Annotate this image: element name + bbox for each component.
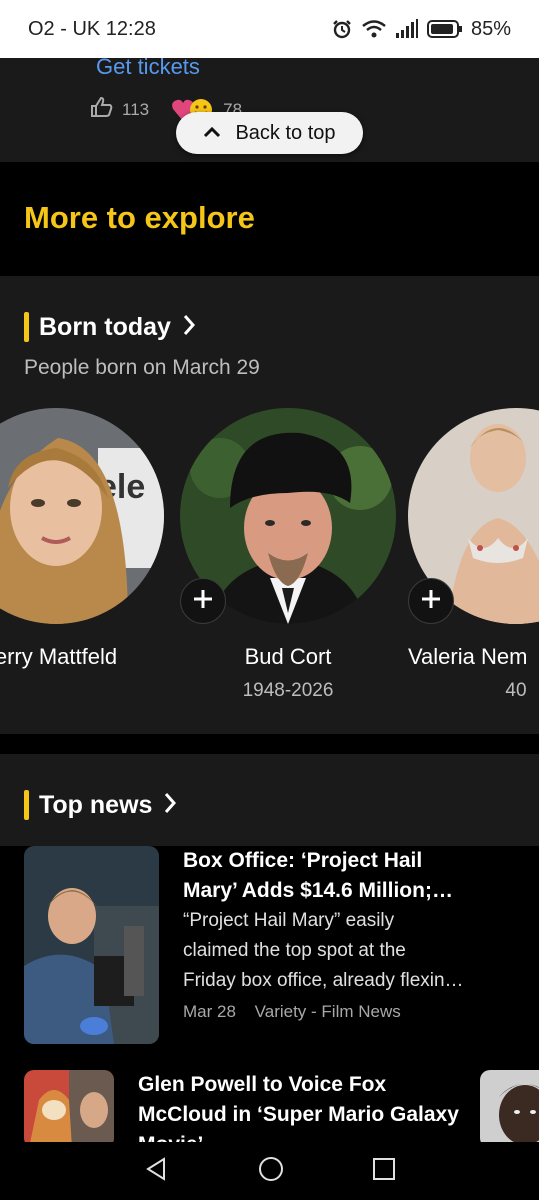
person-card[interactable]: Bud Cort 1948-2026 bbox=[180, 408, 396, 701]
carrier-time: O2 - UK 12:28 bbox=[28, 17, 156, 40]
add-icon bbox=[192, 584, 214, 618]
chevron-right-icon bbox=[181, 313, 197, 342]
news-meta: Mar 28 Variety - Film News bbox=[183, 1002, 523, 1022]
top-news-header[interactable]: Top news bbox=[24, 790, 178, 820]
news-headline-line: Box Office: ‘Project Hail bbox=[183, 849, 423, 872]
home-nav-icon[interactable] bbox=[257, 1155, 285, 1188]
person-name: Bud Cort bbox=[244, 644, 332, 669]
top-news-section: Top news Box Office: ‘Project Hail Mary’… bbox=[0, 754, 539, 1144]
section-accent-bar bbox=[24, 790, 29, 820]
news-summary-line: “Project Hail Mary” easily bbox=[183, 910, 395, 931]
born-today-section: Born today People born on March 29 ele e… bbox=[0, 276, 539, 734]
news-headline-line: Mary’ Adds $14.6 Million;… bbox=[183, 879, 453, 902]
person-card[interactable]: ele erry Mattfeld bbox=[0, 408, 164, 669]
status-bar: O2 - UK 12:28 85% bbox=[0, 0, 539, 58]
back-nav-icon[interactable] bbox=[144, 1156, 170, 1187]
news-headline[interactable]: Box Office: ‘Project Hail Mary’ Adds $14… bbox=[183, 846, 523, 906]
add-to-favorites-button[interactable] bbox=[408, 578, 454, 624]
battery-percent: 85% bbox=[470, 17, 511, 40]
news-source: Variety - Film News bbox=[254, 1002, 401, 1021]
born-today-subtitle: People born on March 29 bbox=[24, 356, 260, 379]
top-news-title: Top news bbox=[39, 790, 153, 819]
signal-icon bbox=[395, 18, 419, 40]
system-nav-bar bbox=[0, 1142, 539, 1200]
news-date: Mar 28 bbox=[183, 1002, 236, 1021]
person-years: 40 bbox=[505, 680, 527, 701]
news-summary-line: claimed the top spot at the bbox=[183, 940, 406, 961]
thumbs-up-icon[interactable] bbox=[90, 96, 114, 123]
back-to-top-label: Back to top bbox=[235, 121, 336, 144]
news-summary: “Project Hail Mary” easily claimed the t… bbox=[183, 906, 523, 996]
person-card[interactable]: Valeria Nem 40 bbox=[408, 408, 539, 701]
born-today-title: Born today bbox=[39, 312, 171, 341]
person-years: 1948-2026 bbox=[242, 680, 334, 701]
news-thumbnail[interactable] bbox=[24, 1070, 114, 1144]
news-thumbnail[interactable] bbox=[480, 1070, 539, 1144]
add-icon bbox=[420, 584, 442, 618]
likes-count: 113 bbox=[122, 99, 150, 119]
more-to-explore-title: More to explore bbox=[24, 200, 255, 235]
news-headline-line: McCloud in ‘Super Mario Galaxy bbox=[138, 1103, 459, 1126]
person-name: erry Mattfeld bbox=[0, 644, 118, 669]
news-headline-line: Glen Powell to Voice Fox bbox=[138, 1073, 387, 1096]
add-to-favorites-button[interactable] bbox=[180, 578, 226, 624]
back-to-top-button[interactable]: Back to top bbox=[176, 112, 363, 154]
news-thumbnail[interactable] bbox=[24, 846, 159, 1044]
get-tickets-link[interactable]: Get tickets bbox=[96, 54, 200, 80]
section-accent-bar bbox=[24, 312, 29, 342]
chevron-up-icon bbox=[203, 122, 221, 145]
news-summary-line: Friday box office, already flexin… bbox=[183, 970, 464, 991]
news-headline[interactable]: Glen Powell to Voice Fox McCloud in ‘Sup… bbox=[138, 1070, 478, 1144]
recents-nav-icon[interactable] bbox=[372, 1157, 396, 1186]
chevron-right-icon bbox=[162, 791, 178, 820]
person-avatar[interactable]: ele bbox=[0, 408, 164, 624]
person-name: Valeria Nem bbox=[408, 644, 528, 669]
more-to-explore-section: More to explore bbox=[0, 162, 539, 274]
battery-icon bbox=[426, 18, 463, 40]
wifi-icon bbox=[361, 18, 387, 40]
status-icons: 85% bbox=[331, 18, 511, 41]
born-today-header[interactable]: Born today bbox=[24, 312, 197, 342]
alarm-icon bbox=[331, 18, 353, 40]
